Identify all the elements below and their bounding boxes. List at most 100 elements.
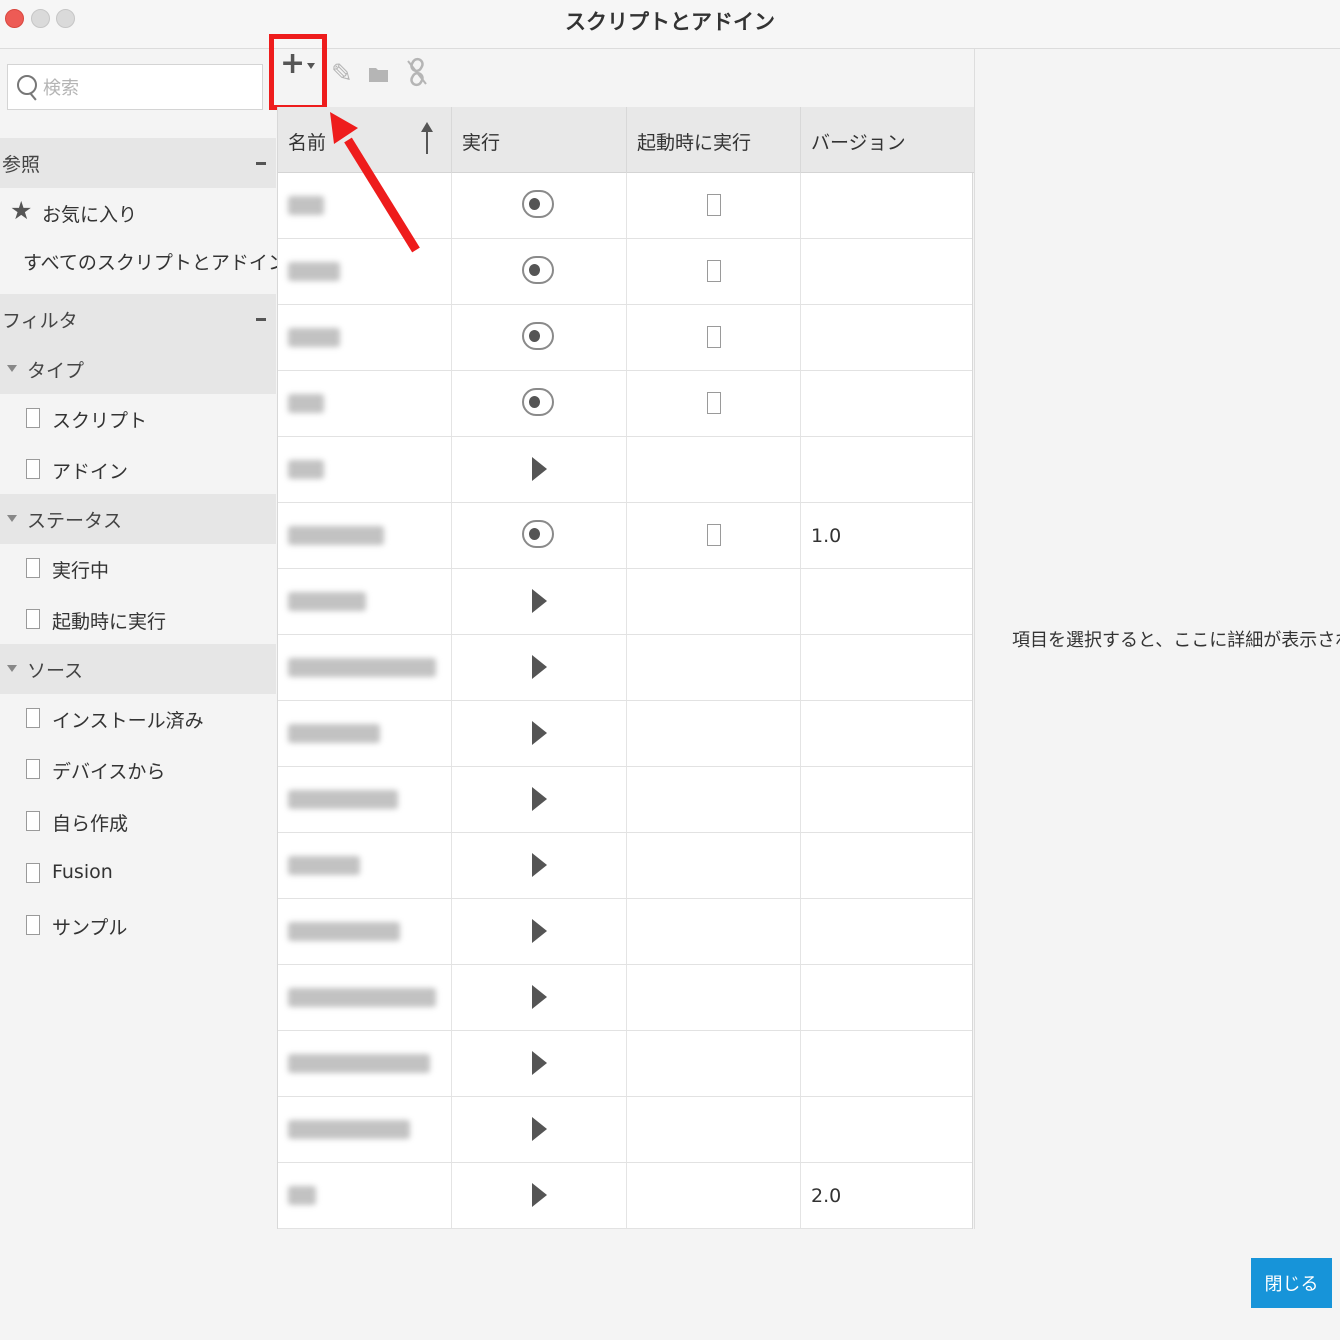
name-cell: [278, 371, 452, 436]
checkbox[interactable]: [26, 863, 40, 883]
blurred-name: [288, 1054, 430, 1073]
filter-option-addin[interactable]: アドイン: [0, 445, 276, 495]
run-cell: [452, 305, 627, 370]
table-row[interactable]: [278, 965, 972, 1031]
table-row[interactable]: [278, 1097, 972, 1163]
run-on-startup-checkbox[interactable]: [707, 260, 721, 282]
filter-group-type[interactable]: タイプ: [0, 344, 276, 394]
run-toggle[interactable]: [522, 190, 554, 218]
table-row[interactable]: [278, 833, 972, 899]
run-on-startup-checkbox[interactable]: [707, 392, 721, 414]
play-icon[interactable]: [532, 853, 547, 877]
filter-option-script[interactable]: スクリプト: [0, 394, 276, 444]
play-icon[interactable]: [532, 655, 547, 679]
table-row[interactable]: [278, 767, 972, 833]
sidebar-item-all-scripts[interactable]: すべてのスクリプトとアドイン: [0, 236, 287, 286]
run-toggle[interactable]: [522, 256, 554, 284]
search-box[interactable]: [7, 64, 263, 110]
play-icon[interactable]: [532, 985, 547, 1009]
filter-option-sample[interactable]: サンプル: [0, 901, 276, 951]
checkbox[interactable]: [26, 558, 40, 578]
disclosure-triangle-icon: [7, 515, 17, 522]
table-row[interactable]: [278, 371, 972, 437]
checkbox[interactable]: [26, 609, 40, 629]
filter-option-my-own[interactable]: 自ら作成: [0, 797, 276, 847]
filter-option-fusion[interactable]: Fusion: [0, 849, 276, 899]
table-row[interactable]: [278, 239, 972, 305]
blurred-name: [288, 658, 436, 677]
table-row[interactable]: [278, 899, 972, 965]
play-icon[interactable]: [532, 1051, 547, 1075]
filter-group-label: ソース: [27, 660, 84, 682]
name-cell: [278, 899, 452, 964]
column-header-run-on-startup[interactable]: 起動時に実行: [627, 107, 801, 173]
play-icon[interactable]: [532, 457, 547, 481]
table-row[interactable]: [278, 635, 972, 701]
column-header-name[interactable]: 名前: [278, 107, 452, 173]
play-icon[interactable]: [532, 919, 547, 943]
run-on-startup-cell: [627, 173, 801, 238]
search-input[interactable]: [41, 73, 255, 103]
run-toggle[interactable]: [522, 388, 554, 416]
table-row[interactable]: [278, 569, 972, 635]
checkbox[interactable]: [26, 759, 40, 779]
folder-icon[interactable]: [368, 61, 390, 91]
collapse-icon[interactable]: [256, 162, 266, 165]
name-cell: [278, 965, 452, 1030]
run-cell: [452, 173, 627, 238]
close-button[interactable]: 閉じる: [1251, 1258, 1332, 1308]
filter-option-label: アドイン: [52, 461, 129, 483]
version-cell: 1.0: [801, 503, 972, 568]
checkbox[interactable]: [26, 459, 40, 479]
blurred-name: [288, 724, 380, 743]
run-toggle[interactable]: [522, 520, 554, 548]
column-header-version[interactable]: バージョン: [801, 107, 974, 173]
version-cell: [801, 239, 972, 304]
plus-icon: +: [280, 46, 306, 81]
blurred-name: [288, 460, 324, 479]
filter-option-running[interactable]: 実行中: [0, 544, 276, 594]
run-cell: [452, 1031, 627, 1096]
filter-option-installed[interactable]: インストール済み: [0, 694, 276, 744]
play-icon[interactable]: [532, 1117, 547, 1141]
play-icon[interactable]: [532, 589, 547, 613]
pencil-icon[interactable]: ✎: [331, 59, 353, 89]
name-cell: [278, 1097, 452, 1162]
unlink-icon[interactable]: [405, 57, 429, 94]
table-row[interactable]: [278, 173, 972, 239]
collapse-icon[interactable]: [256, 318, 266, 321]
checkbox[interactable]: [26, 408, 40, 428]
filter-option-from-device[interactable]: デバイスから: [0, 745, 276, 795]
table-row[interactable]: 1.0: [278, 503, 972, 569]
table-row[interactable]: 2.0: [278, 1163, 972, 1229]
run-on-startup-cell: [627, 701, 801, 766]
sidebar-item-favorites[interactable]: ★ お気に入り: [0, 188, 276, 238]
play-icon[interactable]: [532, 1183, 547, 1207]
play-icon[interactable]: [532, 721, 547, 745]
table-row[interactable]: [278, 437, 972, 503]
filter-option-label: デバイスから: [52, 761, 166, 783]
checkbox[interactable]: [26, 708, 40, 728]
column-header-run[interactable]: 実行: [452, 107, 627, 173]
run-toggle[interactable]: [522, 322, 554, 350]
browse-section-header[interactable]: 参照: [0, 138, 276, 188]
filter-group-status[interactable]: ステータス: [0, 494, 276, 544]
dropdown-caret-icon: [307, 63, 315, 69]
run-on-startup-checkbox[interactable]: [707, 326, 721, 348]
filter-section-header[interactable]: フィルタ: [0, 294, 276, 344]
filter-option-run-on-startup[interactable]: 起動時に実行: [0, 595, 276, 645]
checkbox[interactable]: [26, 811, 40, 831]
add-button[interactable]: +: [269, 34, 327, 110]
run-on-startup-checkbox[interactable]: [707, 194, 721, 216]
table-row[interactable]: [278, 305, 972, 371]
filter-option-label: スクリプト: [52, 410, 148, 432]
scripts-table: 名前 実行 起動時に実行 バージョン 1.0 2.0: [277, 107, 974, 1229]
checkbox[interactable]: [26, 915, 40, 935]
blurred-name: [288, 856, 360, 875]
table-row[interactable]: [278, 701, 972, 767]
run-cell: [452, 437, 627, 502]
filter-group-source[interactable]: ソース: [0, 644, 276, 694]
play-icon[interactable]: [532, 787, 547, 811]
run-on-startup-checkbox[interactable]: [707, 524, 721, 546]
table-row[interactable]: [278, 1031, 972, 1097]
